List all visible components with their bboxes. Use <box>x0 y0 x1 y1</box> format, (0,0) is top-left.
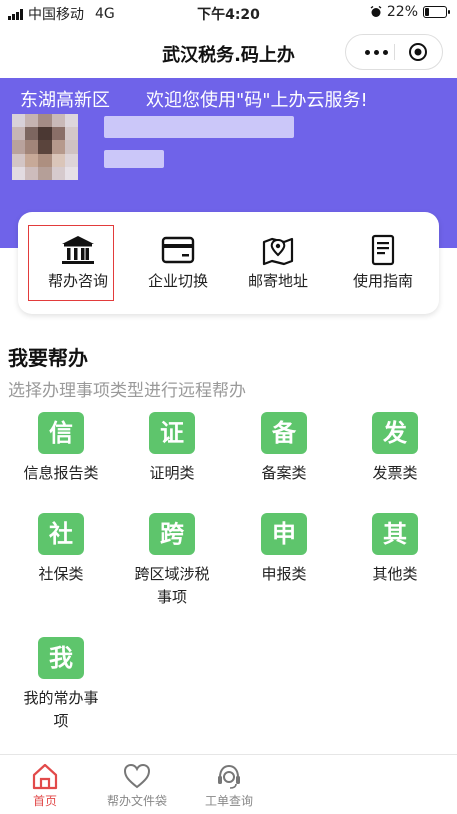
category-label: 备案类 <box>261 464 307 482</box>
quick-actions-card: 帮办咨询 企业切换 邮寄地址 使用指南 <box>18 212 439 314</box>
close-target-icon[interactable] <box>408 42 428 62</box>
headset-icon <box>218 764 240 789</box>
category-label: 社保类 <box>38 565 84 583</box>
tab-file-bag[interactable]: 帮办文件袋 <box>92 761 182 809</box>
tab-label: 工单查询 <box>204 794 253 808</box>
quick-action-label: 使用指南 <box>352 272 413 290</box>
category-tile: 信 <box>38 412 84 454</box>
avatar <box>12 114 78 180</box>
welcome-text: 欢迎您使用"码"上办云服务! <box>146 90 368 111</box>
capsule-divider <box>394 44 395 60</box>
section-title: 我要帮办 <box>8 346 88 370</box>
highlight-box <box>28 225 114 301</box>
section-subtitle: 选择办理事项类型进行远程帮办 <box>8 381 246 401</box>
menu-capsule <box>345 34 443 70</box>
category-tile: 发 <box>372 412 418 454</box>
nav-bar: 武汉税务.码上办 <box>0 26 457 78</box>
map-icon <box>262 237 294 266</box>
tab-ticket-query[interactable]: 工单查询 <box>184 761 274 809</box>
category-tile: 证 <box>149 412 195 454</box>
category-other[interactable]: 其 其他类 <box>340 513 450 586</box>
quick-action-mail-address[interactable]: 邮寄地址 <box>228 212 328 314</box>
category-tile: 我 <box>38 637 84 679</box>
battery-fill <box>425 8 430 16</box>
tab-label: 首页 <box>32 794 57 808</box>
category-my-frequent[interactable]: 我 我的常办事项 <box>6 637 116 733</box>
battery-percent: 22% <box>386 4 418 20</box>
category-label: 我的常办事项 <box>23 689 99 730</box>
masked-user-info <box>104 150 164 168</box>
category-label: 跨区域涉税事项 <box>134 565 210 606</box>
category-label: 证明类 <box>149 464 195 482</box>
category-tile: 备 <box>261 412 307 454</box>
category-certificate[interactable]: 证 证明类 <box>117 412 227 485</box>
quick-action-label: 邮寄地址 <box>247 272 308 290</box>
battery-icon <box>423 6 450 18</box>
category-filing[interactable]: 备 备案类 <box>229 412 339 485</box>
card-icon <box>161 236 195 264</box>
district-label: 东湖高新区 <box>20 90 110 111</box>
tab-bar: 首页 帮办文件袋 工单查询 <box>0 754 457 814</box>
category-social-security[interactable]: 社 社保类 <box>6 513 116 586</box>
quick-action-label: 企业切换 <box>147 272 208 290</box>
category-info-report[interactable]: 信 信息报告类 <box>6 412 116 485</box>
category-tile: 跨 <box>149 513 195 555</box>
category-tile: 社 <box>38 513 84 555</box>
document-icon <box>371 234 395 266</box>
category-invoice[interactable]: 发 发票类 <box>340 412 450 485</box>
status-bar: 中国移动 4G 下午4:20 22% <box>0 0 457 26</box>
heart-icon <box>123 763 151 789</box>
category-tile: 其 <box>372 513 418 555</box>
category-declaration[interactable]: 申 申报类 <box>229 513 339 586</box>
status-right: 22% <box>370 4 450 20</box>
category-cross-region[interactable]: 跨 跨区域涉税事项 <box>117 513 227 609</box>
tab-label: 帮办文件袋 <box>106 794 167 808</box>
masked-username <box>104 116 294 138</box>
alarm-icon <box>370 6 382 17</box>
more-button[interactable] <box>358 43 394 61</box>
home-icon <box>32 763 58 790</box>
category-label: 信息报告类 <box>23 464 99 482</box>
quick-action-guide[interactable]: 使用指南 <box>333 212 433 314</box>
category-label: 发票类 <box>372 464 418 482</box>
quick-action-switch-company[interactable]: 企业切换 <box>128 212 228 314</box>
category-label: 其他类 <box>372 565 418 583</box>
tab-home[interactable]: 首页 <box>0 761 90 809</box>
category-tile: 申 <box>261 513 307 555</box>
category-label: 申报类 <box>261 565 307 583</box>
